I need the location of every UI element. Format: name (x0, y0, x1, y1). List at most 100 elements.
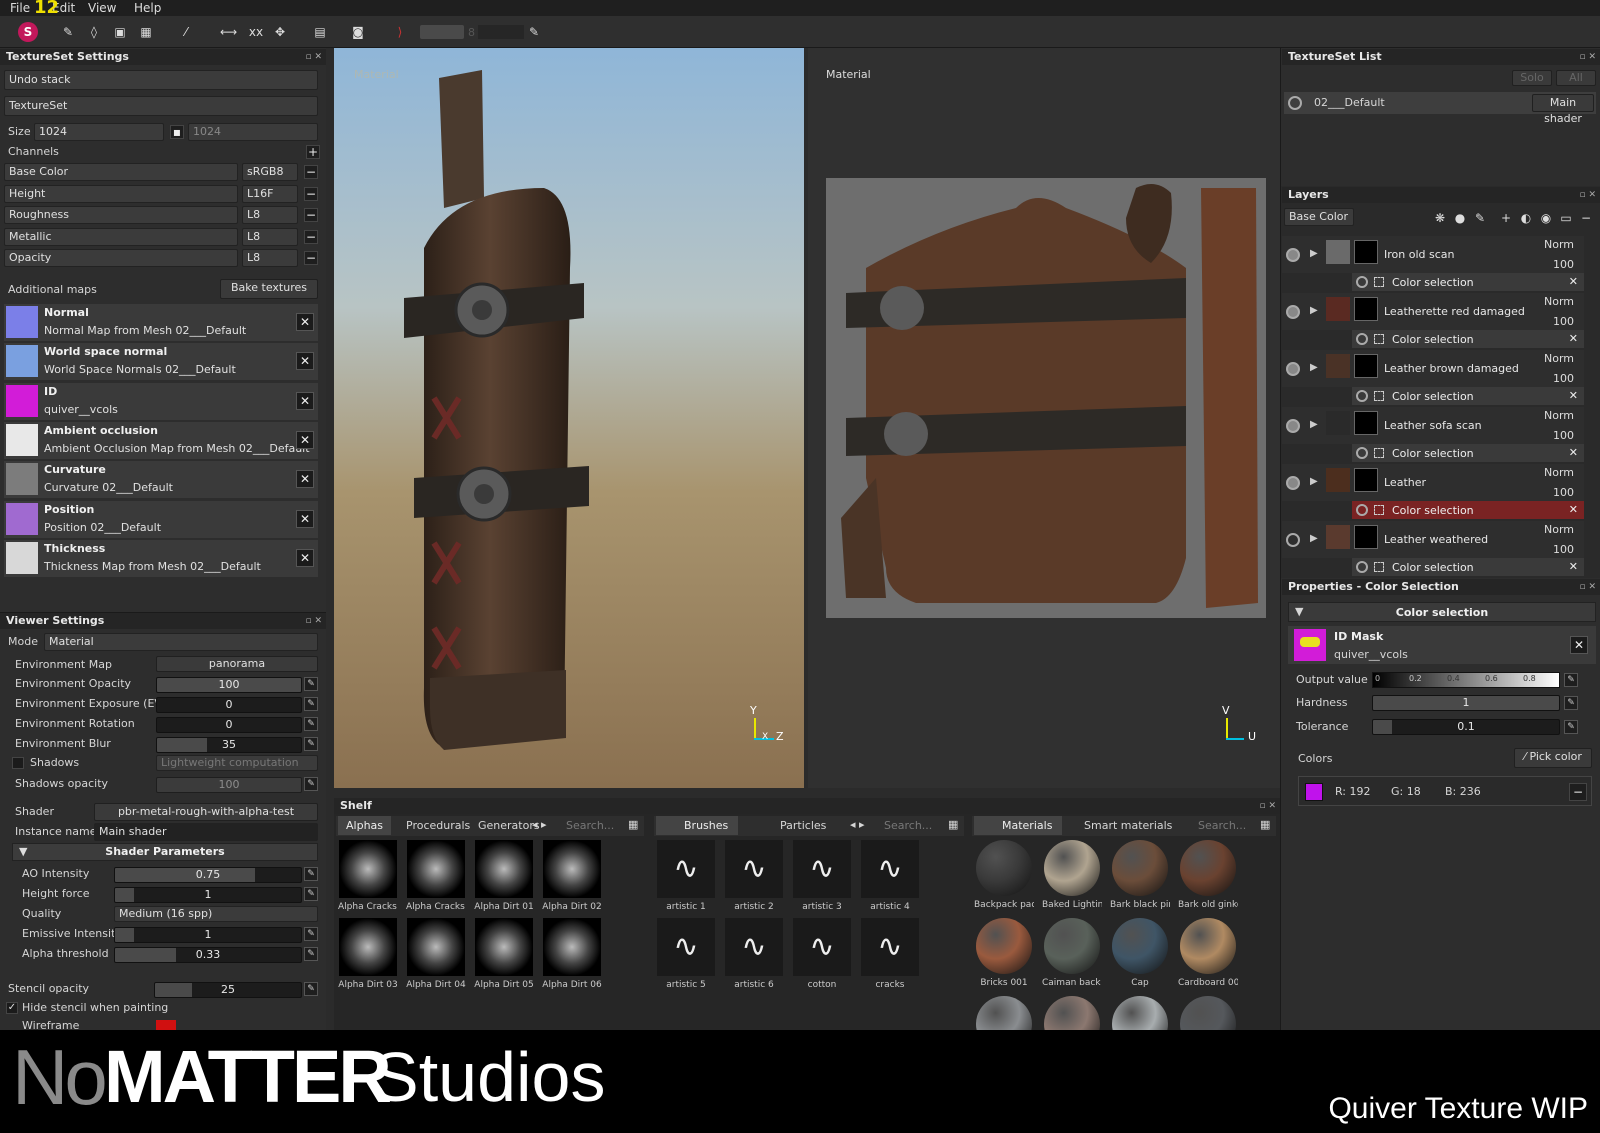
color-selection-header[interactable]: ▼ Color selection (1288, 602, 1596, 622)
visibility-eye-icon[interactable] (1286, 533, 1300, 547)
layer-row[interactable]: ▶ Leather Norm 100 Color selection ✕ (1282, 464, 1584, 521)
material-item[interactable]: Bark old ginko (1178, 840, 1238, 910)
output-value-gradient[interactable]: 0 0.2 0.4 0.6 0.8 (1372, 672, 1560, 688)
material-item[interactable]: Bricks 001 (974, 918, 1034, 988)
projection-icon[interactable]: ▣ (112, 24, 128, 40)
color-swatch[interactable] (1305, 783, 1323, 801)
layer-main[interactable]: ▶ Leather Norm 100 (1282, 464, 1584, 501)
transform-icon[interactable]: ✥ (272, 24, 288, 40)
opacity-input[interactable] (478, 25, 524, 39)
remove-effect-icon[interactable]: ✕ (1569, 560, 1578, 573)
color-entry[interactable]: R: 192 G: 18 B: 236 − (1298, 776, 1592, 806)
layer-main[interactable]: ▶ Leather brown damaged Norm 100 (1282, 350, 1584, 387)
edit-pencil-icon[interactable]: ✎ (304, 697, 318, 711)
material-item[interactable]: Baked Lightin... (1042, 840, 1102, 910)
channel-format-select[interactable]: sRGB8 (242, 163, 298, 181)
lazy-mouse-icon[interactable]: ⟩ (392, 24, 408, 40)
polygon-fill-icon[interactable]: ▦ (138, 24, 154, 40)
hide-stencil-checkbox[interactable]: ✓ (6, 1002, 18, 1014)
shadows-checkbox[interactable] (12, 757, 24, 769)
grid-view-icon[interactable]: ▦ (1260, 818, 1270, 831)
mode-select[interactable]: Material (44, 633, 318, 651)
channel-format-select[interactable]: L16F (242, 184, 298, 203)
tab-procedurals[interactable]: Procedurals (398, 816, 478, 835)
edit-pencil-icon[interactable]: ✎ (1564, 720, 1578, 734)
alpha-threshold-slider[interactable]: 0.33 (114, 947, 302, 963)
layer-mask-effect[interactable]: Color selection ✕ (1352, 558, 1584, 576)
tab-alphas[interactable]: Alphas (338, 816, 392, 835)
alpha-item[interactable]: Alpha Dirt 04 (406, 918, 466, 990)
edit-pencil-icon[interactable]: ✎ (304, 927, 318, 941)
ao-intensity-slider[interactable]: 0.75 (114, 867, 302, 883)
layer-mask-effect[interactable]: Color selection ✕ (1352, 501, 1584, 519)
solo-button[interactable]: Solo (1512, 70, 1552, 86)
alpha-item[interactable]: Alpha Dirt 05 (474, 918, 534, 990)
visibility-eye-icon[interactable] (1356, 276, 1368, 288)
add-effect-icon[interactable]: ❋ (1432, 210, 1448, 226)
shader-params-header[interactable]: ▼ Shader Parameters (12, 843, 318, 861)
alpha-item[interactable]: Alpha Dirt 03 (338, 918, 398, 990)
tolerance-slider[interactable]: 0.1 (1372, 719, 1560, 735)
alpha-item[interactable]: Alpha Dirt 02 (542, 840, 602, 912)
layer-opacity[interactable]: 100 (1553, 315, 1574, 328)
edit-pencil-icon[interactable]: ✎ (304, 737, 318, 751)
layer-mask-effect[interactable]: Color selection ✕ (1352, 330, 1584, 348)
display-icon[interactable]: ▤ (312, 24, 328, 40)
visibility-eye-icon[interactable] (1356, 333, 1368, 345)
add-layer-icon[interactable]: + (1498, 210, 1514, 226)
alphas-search-input[interactable]: Search... (566, 819, 614, 832)
env-opacity-slider[interactable]: 100 (156, 677, 302, 693)
xx-icon[interactable]: xx (248, 24, 264, 40)
visibility-eye-icon[interactable] (1288, 96, 1302, 110)
material-item[interactable]: Bark black pine (1110, 840, 1170, 910)
remove-channel-icon[interactable]: − (304, 186, 318, 201)
brush-item[interactable]: ∿ artistic 5 (656, 918, 716, 990)
channel-format-select[interactable]: L8 (242, 206, 298, 224)
symmetry-icon[interactable]: ⟷ (220, 24, 237, 40)
edit-pencil-icon[interactable]: ✎ (304, 947, 318, 961)
menu-file[interactable]: File (10, 1, 30, 15)
instance-name-input[interactable]: Main shader (94, 823, 318, 841)
color-picker-icon[interactable]: ⁄ (178, 24, 194, 40)
size-select-2[interactable]: 1024 (188, 123, 318, 141)
material-item[interactable]: Caiman back ... (1042, 918, 1102, 988)
material-item[interactable]: Backpack pad... (974, 840, 1034, 910)
remove-effect-icon[interactable]: ✕ (1569, 332, 1578, 345)
hardness-slider[interactable]: 1 (1372, 695, 1560, 711)
layer-opacity[interactable]: 100 (1553, 372, 1574, 385)
env-map-button[interactable]: panorama (156, 656, 318, 672)
layer-main[interactable]: ▶ Leather sofa scan Norm 100 (1282, 407, 1584, 444)
layer-main[interactable]: ▶ Iron old scan Norm 100 (1282, 236, 1584, 273)
remove-map-button[interactable]: ✕ (296, 352, 314, 371)
uv-canvas[interactable] (826, 178, 1266, 618)
remove-map-button[interactable]: ✕ (296, 391, 314, 410)
add-fill-icon[interactable]: ◐ (1518, 210, 1534, 226)
wireframe-color-swatch[interactable] (156, 1020, 176, 1030)
paint-brush-icon[interactable]: ✎ (60, 24, 76, 40)
edit-pencil-icon[interactable]: ✎ (304, 677, 318, 691)
channel-format-select[interactable]: L8 (242, 227, 298, 246)
env-blur-slider[interactable]: 35 (156, 737, 302, 753)
edit-pencil-icon[interactable]: ✎ (1564, 696, 1578, 710)
size-select[interactable]: 1024 (34, 123, 164, 141)
edit-pencil-icon[interactable]: ✎ (526, 24, 542, 40)
tab-scroll-arrows-icon[interactable]: ◂ ▸ (532, 818, 547, 831)
brush-item[interactable]: ∿ artistic 2 (724, 840, 784, 912)
additional-map-row[interactable]: Ambient occlusion Ambient Occlusion Map f… (4, 421, 318, 459)
remove-map-button[interactable]: ✕ (296, 470, 314, 489)
remove-channel-icon[interactable]: − (304, 208, 318, 222)
brush-item[interactable]: ∿ artistic 3 (792, 840, 852, 912)
visibility-eye-icon[interactable] (1286, 362, 1300, 376)
remove-color-icon[interactable]: − (1569, 783, 1587, 801)
shadows-select[interactable]: Lightweight computation (156, 755, 318, 771)
textureset-header[interactable]: TextureSet (4, 96, 318, 116)
lock-icon[interactable]: ▪ (170, 125, 184, 139)
add-channel-icon[interactable]: + (306, 145, 320, 159)
menu-view[interactable]: View (88, 1, 116, 15)
layer-main[interactable]: ▶ Leather weathered Norm 100 (1282, 521, 1584, 558)
additional-map-row[interactable]: Position Position 02___Default ✕ (4, 500, 318, 538)
additional-map-row[interactable]: Normal Normal Map from Mesh 02___Default ✕ (4, 304, 318, 341)
edit-pencil-icon[interactable]: ✎ (304, 982, 318, 996)
layer-row[interactable]: ▶ Leather weathered Norm 100 Color selection… (1282, 521, 1584, 578)
eraser-icon[interactable]: ◊ (86, 24, 102, 40)
